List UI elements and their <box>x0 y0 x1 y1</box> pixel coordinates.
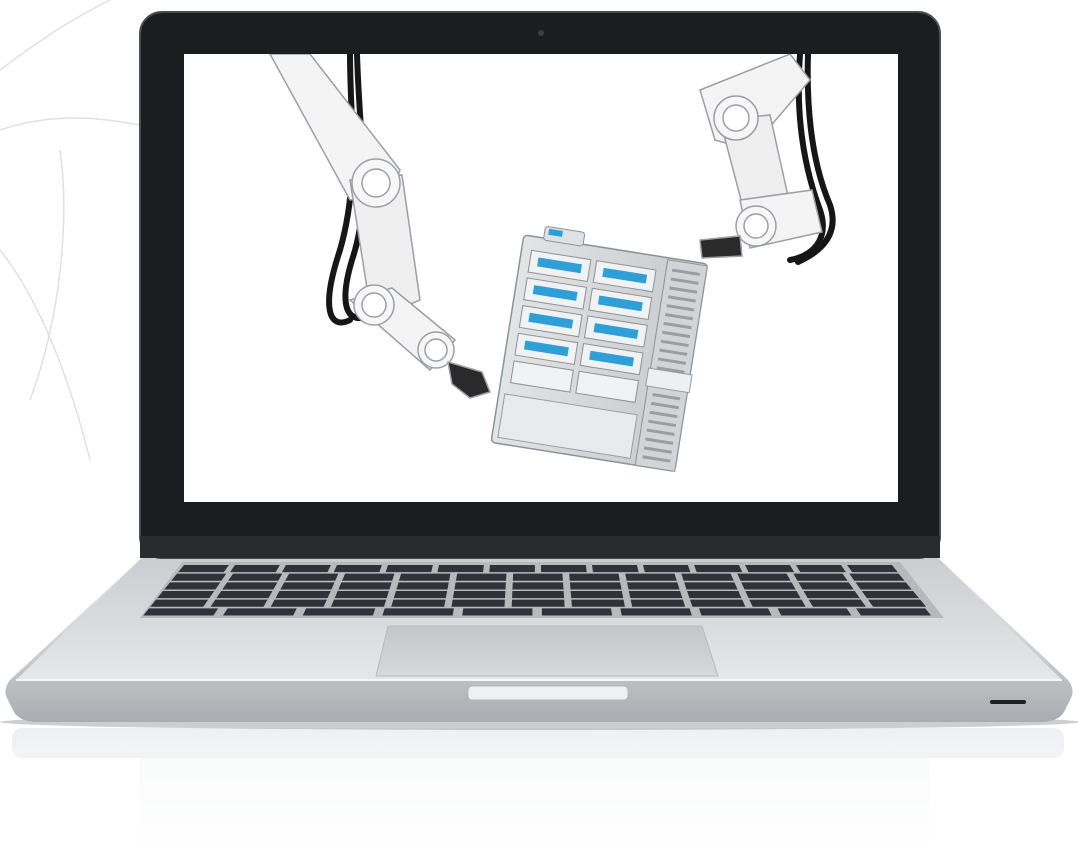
keyboard-key <box>385 565 433 573</box>
status-light-icon <box>990 700 1026 704</box>
keyboard-key <box>393 591 448 599</box>
keyboard-key <box>856 608 932 616</box>
keyboard-key <box>512 591 565 599</box>
keyboard-key <box>280 582 335 590</box>
keyboard-key <box>687 591 742 599</box>
keyboard-key <box>749 599 806 607</box>
keyboard-key <box>178 565 229 573</box>
keyboard-key <box>275 591 331 599</box>
keyboard-key <box>512 582 564 590</box>
keyboard-key <box>281 565 331 573</box>
keyboard-key <box>270 599 327 607</box>
keyboard-key <box>454 582 506 590</box>
keyboard-key <box>451 599 505 607</box>
keyboard-key <box>222 582 278 590</box>
keyboard-key <box>541 608 613 616</box>
keyboard-key <box>741 582 796 590</box>
keyboard-key <box>171 573 227 581</box>
keyboard-key <box>855 582 912 590</box>
keyboard-key <box>216 591 273 599</box>
keyboard-key <box>630 599 686 607</box>
keyboard-key <box>737 573 791 581</box>
keyboard-key <box>627 582 680 590</box>
keyboard-key <box>628 591 683 599</box>
keyboard-key <box>592 565 639 573</box>
keyboard-key <box>164 582 221 590</box>
keyboard-key <box>570 591 624 599</box>
background-sketch <box>0 0 141 461</box>
keyboard-key <box>455 573 507 581</box>
keyboard-key <box>230 565 280 573</box>
keyboard-key <box>228 573 283 581</box>
keyboard-key <box>541 565 587 573</box>
keyboard-key <box>150 599 209 607</box>
lid-notch <box>467 685 629 701</box>
keyboard-key <box>684 582 738 590</box>
keyboard-key <box>334 591 389 599</box>
keyboard-key <box>330 599 387 607</box>
keyboard-key <box>745 591 801 599</box>
keyboard-key <box>512 573 563 581</box>
keyboard-key <box>210 599 268 607</box>
keyboard-key <box>569 573 620 581</box>
keyboard-key <box>803 591 860 599</box>
keyboard-key <box>808 599 866 607</box>
keyboard-key <box>391 599 446 607</box>
keyboard-key <box>849 573 905 581</box>
trackpad <box>375 625 719 677</box>
keyboard-key <box>571 599 625 607</box>
keyboard-key <box>569 582 622 590</box>
keyboard-key <box>625 573 677 581</box>
keyboard-key <box>223 608 297 616</box>
keyboard-key <box>798 582 854 590</box>
keyboard-key <box>452 591 506 599</box>
keyboard-key <box>157 591 215 599</box>
keyboard-key <box>338 582 392 590</box>
keyboard-key <box>694 565 743 573</box>
keyboard-key <box>489 565 535 573</box>
laptop-screen <box>184 54 898 502</box>
keyboard-key <box>437 565 484 573</box>
keyboard-key <box>796 565 846 573</box>
keyboard-key <box>745 565 795 573</box>
laptop-reflection <box>0 728 1078 856</box>
camera-icon <box>538 30 544 36</box>
laptop-scene <box>0 0 1078 856</box>
keyboard-key <box>382 608 454 616</box>
keyboard-key <box>861 591 919 599</box>
keyboard-key <box>285 573 339 581</box>
keyboard-key <box>398 573 451 581</box>
keyboard-key <box>793 573 848 581</box>
keyboard-key <box>620 608 692 616</box>
keyboard-key <box>396 582 449 590</box>
keyboard-key <box>681 573 734 581</box>
keyboard-key <box>847 565 898 573</box>
keyboard-key <box>302 608 376 616</box>
keyboard-key <box>333 565 382 573</box>
keyboard-key <box>868 599 927 607</box>
keyboard-key <box>462 608 533 616</box>
keyboard-key <box>511 599 565 607</box>
keyboard-key <box>777 608 852 616</box>
keyboard-key <box>143 608 219 616</box>
keyboard-key <box>698 608 772 616</box>
keyboard-key <box>690 599 746 607</box>
server-rack-icon <box>490 226 708 473</box>
keyboard-key <box>342 573 395 581</box>
keyboard-key <box>643 565 691 573</box>
